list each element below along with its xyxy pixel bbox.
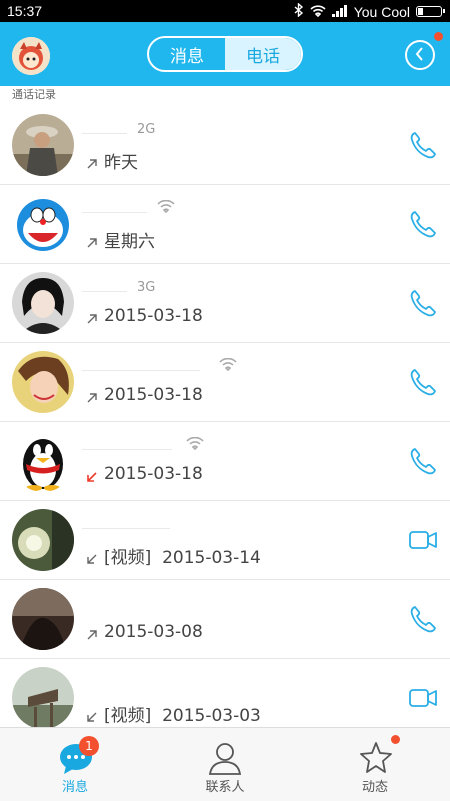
call-log-list: 2G 昨天 星期六 3G 2015-03-18 2015-03-18 2015-…	[0, 106, 450, 737]
call-log-row[interactable]: 2015-03-18	[0, 422, 450, 501]
section-label: 通话记录	[12, 88, 56, 101]
call-date: 昨天	[104, 153, 138, 173]
my-avatar[interactable]	[12, 37, 50, 75]
tab-moments[interactable]: 动态	[300, 728, 450, 801]
tab-label: 联系人	[205, 780, 245, 795]
wifi-status-icon	[310, 4, 326, 20]
tab-messages-bottom[interactable]: 1 消息	[0, 728, 150, 801]
phone-icon[interactable]	[408, 288, 438, 318]
contact-avatar	[12, 351, 74, 413]
call-date: [视频] 2015-03-14	[104, 548, 261, 568]
title-bar: 消息 电话	[0, 22, 450, 86]
contact-avatar	[12, 114, 74, 176]
contacts-person-icon	[207, 740, 243, 780]
contact-avatar	[12, 667, 74, 729]
phone-icon[interactable]	[408, 367, 438, 397]
call-date: 2015-03-18	[104, 464, 203, 484]
bluetooth-icon	[294, 2, 304, 20]
incoming-arrow-icon	[86, 708, 98, 722]
tab-messages[interactable]: 消息	[149, 38, 225, 70]
call-date: [视频] 2015-03-03	[104, 706, 261, 726]
call-log-row[interactable]: [视频] 2015-03-03	[0, 659, 450, 737]
outgoing-arrow-icon	[86, 155, 98, 168]
network-label: 2G	[137, 122, 156, 137]
call-date: 2015-03-08	[104, 622, 203, 642]
call-log-row[interactable]: 2015-03-08	[0, 580, 450, 659]
status-time: 15:37	[7, 3, 43, 19]
call-date: 2015-03-18	[104, 385, 203, 405]
bottom-tab-bar: 1 消息 联系人 动态	[0, 727, 450, 801]
call-date: 星期六	[104, 232, 155, 252]
tab-calls[interactable]: 电话	[225, 38, 301, 70]
call-log-row[interactable]: 2G 昨天	[0, 106, 450, 185]
tab-label: 动态	[361, 780, 388, 795]
call-log-row[interactable]: 星期六	[0, 185, 450, 264]
carrier-name: You Cool	[353, 3, 410, 20]
outgoing-arrow-icon	[86, 626, 98, 640]
missed-call-arrow-icon	[86, 468, 98, 482]
tab-contacts[interactable]: 联系人	[150, 728, 300, 801]
video-camera-icon[interactable]	[408, 525, 438, 555]
video-camera-icon[interactable]	[408, 683, 438, 713]
outgoing-arrow-icon	[86, 389, 98, 403]
outgoing-arrow-icon	[86, 310, 98, 324]
network-label: 3G	[137, 280, 156, 295]
call-date: 2015-03-18	[104, 306, 203, 326]
battery-icon	[416, 6, 445, 17]
call-log-row[interactable]: [视频] 2015-03-14	[0, 501, 450, 580]
unread-badge: 1	[79, 736, 99, 756]
contact-avatar	[12, 272, 74, 334]
call-log-row[interactable]: 2015-03-18	[0, 343, 450, 422]
phone-icon[interactable]	[408, 209, 438, 239]
incoming-arrow-icon	[86, 550, 98, 564]
header-tab-switch: 消息 电话	[147, 36, 303, 72]
status-bar: 15:37 You Cool	[0, 0, 450, 22]
phone-icon[interactable]	[408, 446, 438, 476]
chevron-left-icon	[414, 46, 426, 65]
contact-avatar	[12, 193, 74, 255]
wifi-icon	[219, 357, 237, 376]
phone-icon[interactable]	[408, 130, 438, 160]
star-icon	[358, 740, 394, 780]
notification-dot	[434, 32, 443, 41]
outgoing-arrow-icon	[86, 234, 98, 247]
back-button[interactable]	[405, 40, 435, 70]
notification-dot	[391, 735, 400, 744]
contact-avatar	[12, 509, 74, 571]
phone-icon[interactable]	[408, 604, 438, 634]
wifi-icon	[186, 436, 204, 455]
tab-label: 消息	[61, 780, 88, 795]
call-log-row[interactable]: 3G 2015-03-18	[0, 264, 450, 343]
contact-avatar	[12, 430, 74, 492]
wifi-icon	[157, 199, 175, 218]
signal-icon	[331, 4, 348, 20]
contact-avatar	[12, 588, 74, 650]
